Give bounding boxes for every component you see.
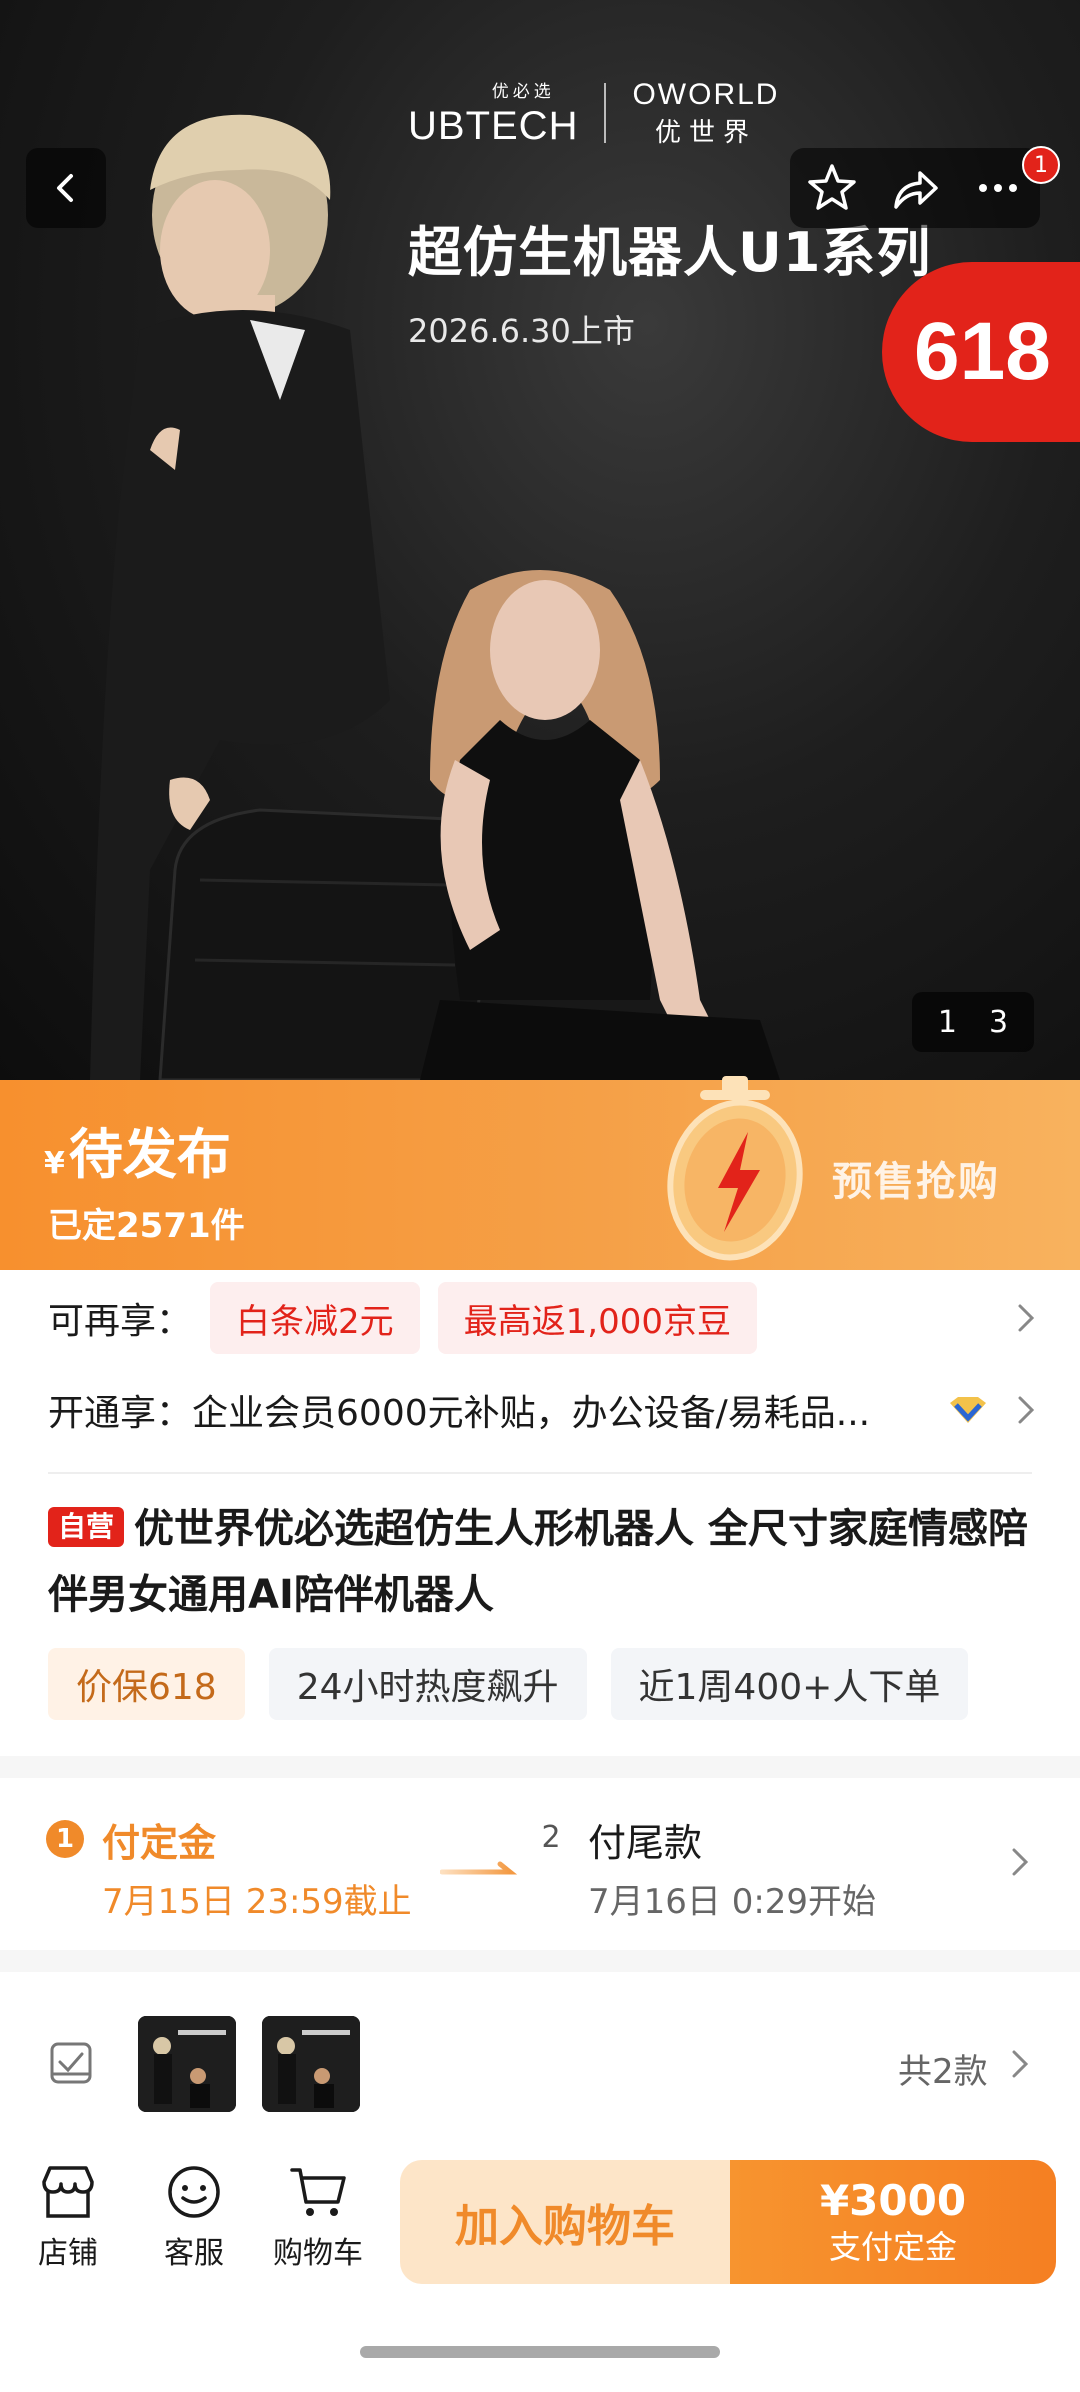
ubtech-logo-small: 优必选	[491, 82, 555, 102]
add-to-cart-button[interactable]: 加入购物车	[400, 2160, 730, 2284]
step-1-number: 1	[46, 1820, 84, 1858]
pay-deposit-label: 支付定金	[828, 2228, 957, 2266]
nav-cart-label: 购物车	[273, 2236, 363, 2271]
oworld-logo: OWORLD 优世界	[632, 78, 779, 149]
home-indicator[interactable]	[360, 2346, 720, 2358]
oworld-logo-small: 优世界	[654, 117, 757, 148]
ubtech-logo: 优必选 UBTECH	[408, 77, 578, 149]
pay-amount: ¥3000	[819, 2176, 967, 2225]
nav-customer-service[interactable]: 客服	[134, 2164, 254, 2272]
brand-logos: 优必选 UBTECH OWORLD 优世界	[408, 77, 779, 149]
variant-thumbnail-image	[138, 2016, 236, 2112]
nav-store-label: 店铺	[38, 2236, 98, 2271]
membership-diamond-icon	[950, 1397, 986, 1423]
section-gap	[0, 1950, 1080, 1972]
payment-steps[interactable]: 1 付定金 7月15日 23:59截止 2 付尾款 7月16日 0:29开始	[0, 1778, 1080, 1948]
step-2-number: 2	[541, 1819, 561, 1855]
membership-desc: 企业会员6000元补贴，办公设备/易耗品...	[192, 1393, 871, 1434]
section-gap	[0, 1756, 1080, 1778]
chevron-right-icon	[1018, 1396, 1035, 1424]
star-icon	[807, 164, 856, 210]
tag-price-protection[interactable]: 价保618	[48, 1648, 245, 1720]
section-divider	[48, 1472, 1032, 1474]
page-total: 3	[989, 1004, 1009, 1040]
variant-selector[interactable]: 共2款	[0, 2000, 1080, 2120]
extra-benefits-row[interactable]: 可再享： 白条减2元 最高返1,000京豆	[48, 1282, 1038, 1354]
image-page-indicator: 1 3	[912, 992, 1034, 1052]
nav-cart[interactable]: 购物车	[258, 2164, 378, 2272]
self-operated-badge: 自营	[48, 1507, 125, 1547]
product-title-block: 自营 优世界优必选超仿生人形机器人 全尺寸家庭情感陪伴男女通用AI陪伴机器人	[48, 1496, 1038, 1628]
page-current: 1	[937, 1004, 957, 1040]
brand-divider	[604, 83, 607, 143]
extra-benefits-label: 可再享：	[48, 1301, 193, 1342]
top-action-group	[790, 148, 1040, 228]
arrow-right-icon	[440, 1861, 518, 1875]
hero-launch-date: 2026.6.30上市	[408, 312, 635, 350]
notification-badge: 1	[1022, 146, 1060, 184]
pay-deposit-button[interactable]: ¥3000 支付定金	[730, 2160, 1056, 2284]
nav-customer-service-label: 客服	[164, 2236, 224, 2271]
variant-thumbnail-image	[262, 2016, 360, 2112]
currency-symbol: ¥	[44, 1146, 65, 1181]
back-button[interactable]	[26, 148, 106, 228]
chevron-right-icon	[1018, 1304, 1035, 1332]
price-status: 待发布	[68, 1123, 231, 1186]
select-variant-icon	[50, 2042, 92, 2084]
more-dots-icon	[979, 184, 1018, 192]
cart-icon	[290, 2168, 346, 2216]
chevron-left-icon	[57, 174, 73, 202]
membership-label: 开通享：	[48, 1393, 193, 1434]
presale-label[interactable]: 预售抢购	[832, 1149, 1000, 1207]
hero-image[interactable]: 优必选 UBTECH OWORLD 优世界 超仿生机器人U1系列 2026.6.…	[0, 0, 1080, 1080]
product-tags: 价保618 24小时热度飙升 近1周400+人下单	[48, 1648, 969, 1720]
booked-count: 已定2571件	[48, 1206, 245, 1246]
tag-recent-orders[interactable]: 近1周400+人下单	[610, 1648, 969, 1720]
oworld-logo-text: OWORLD	[632, 77, 780, 111]
store-icon	[42, 2166, 94, 2218]
share-icon	[894, 171, 938, 209]
stopwatch-icon	[667, 1076, 803, 1261]
step-2-title: 付尾款	[588, 1821, 703, 1865]
tag-trending[interactable]: 24小时热度飙升	[268, 1648, 587, 1720]
benefit-tag-jingdou: 最高返1,000京豆	[437, 1282, 757, 1354]
variant-thumbnail[interactable]	[138, 2016, 236, 2112]
step-2-time: 7月16日 0:29开始	[588, 1882, 877, 1922]
chevron-right-icon	[1012, 1848, 1029, 1876]
benefit-tag-baitiao: 白条减2元	[210, 1282, 420, 1354]
share-button[interactable]	[880, 153, 950, 223]
price-main: ¥ 待发布	[44, 1110, 231, 1189]
membership-benefits-row[interactable]: 开通享： 企业会员6000元补贴，办公设备/易耗品...	[48, 1374, 1038, 1446]
variant-count: 共2款	[898, 2052, 988, 2092]
favorite-button[interactable]	[797, 153, 867, 223]
step-1-time: 7月15日 23:59截止	[102, 1882, 412, 1922]
step-1-title: 付定金	[102, 1821, 217, 1865]
product-title: 优世界优必选超仿生人形机器人 全尺寸家庭情感陪伴男女通用AI陪伴机器人	[48, 1506, 1028, 1618]
variant-thumbnail[interactable]	[262, 2016, 360, 2112]
ubtech-logo-text: UBTECH	[408, 104, 579, 148]
nav-store[interactable]: 店铺	[8, 2164, 128, 2272]
promo-618-badge[interactable]: 618	[882, 262, 1080, 442]
customer-service-icon	[168, 2166, 220, 2218]
chevron-right-icon	[1012, 2050, 1029, 2078]
